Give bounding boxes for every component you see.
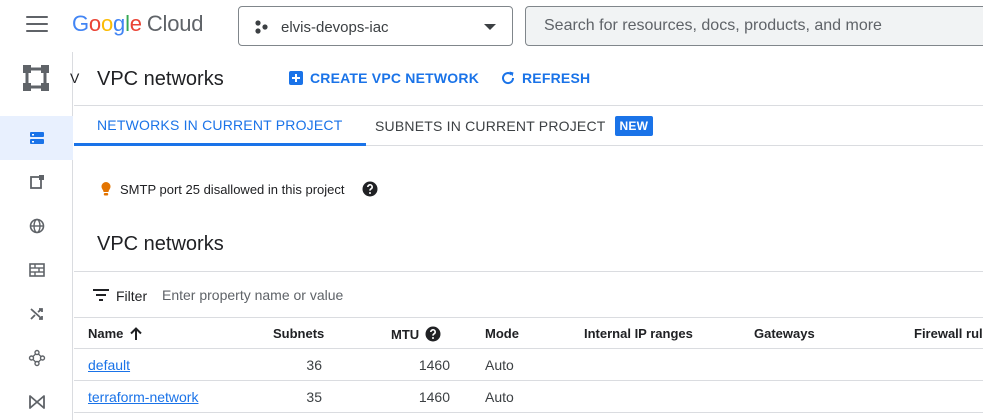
- rail-item-firewall[interactable]: [0, 204, 73, 248]
- tab-networks-in-current-project[interactable]: NETWORKS IN CURRENT PROJECT: [74, 106, 366, 146]
- page-header: VPC networks CREATE VPC NETWORK REFRESH: [74, 52, 983, 106]
- search-input[interactable]: [527, 8, 982, 44]
- network-nodes-icon: [28, 349, 45, 367]
- refresh-label: REFRESH: [522, 70, 591, 86]
- column-header-mode[interactable]: Mode: [485, 326, 519, 341]
- mode-value: Auto: [485, 389, 514, 405]
- project-dots-icon: [255, 20, 268, 34]
- column-label: Mode: [485, 326, 519, 341]
- refresh-icon: [502, 71, 515, 85]
- column-label: Subnets: [273, 326, 325, 341]
- network-name-link[interactable]: default: [88, 357, 130, 373]
- column-label: Name: [88, 326, 124, 341]
- page-title: VPC networks: [97, 68, 224, 90]
- globe-icon: [29, 218, 44, 234]
- project-picker[interactable]: elvis-devops-iac: [238, 6, 513, 46]
- project-name: elvis-devops-iac: [281, 19, 389, 36]
- column-header-gateways[interactable]: Gateways: [754, 326, 815, 341]
- smtp-notice: SMTP port 25 disallowed in this project: [100, 181, 378, 197]
- search-box[interactable]: [525, 6, 983, 46]
- top-bar: Google Cloud elvis-devops-iac: [0, 0, 983, 52]
- filter-input[interactable]: [162, 282, 562, 308]
- filter-label: Filter: [116, 288, 148, 304]
- ip-addresses-icon: [29, 175, 44, 189]
- vpc-network-product-icon: [23, 65, 49, 91]
- column-header-internal-ip-ranges[interactable]: Internal IP ranges: [584, 326, 693, 341]
- help-icon[interactable]: [425, 326, 441, 342]
- tab-label: NETWORKS IN CURRENT PROJECT: [97, 116, 343, 133]
- tab-bar: NETWORKS IN CURRENT PROJECT SUBNETS IN C…: [74, 106, 983, 146]
- column-header-firewall-rules[interactable]: Firewall rules: [914, 326, 983, 341]
- lightbulb-icon: [101, 182, 111, 196]
- column-label: Gateways: [754, 326, 815, 341]
- section-title: VPC networks: [97, 233, 224, 255]
- brick-wall-icon: [28, 263, 45, 277]
- main-menu-icon[interactable]: [26, 16, 48, 34]
- help-icon[interactable]: [362, 181, 378, 197]
- shuffle-icon: [29, 308, 43, 320]
- bowtie-icon: [28, 395, 45, 409]
- create-vpc-network-label: CREATE VPC NETWORK: [310, 70, 480, 86]
- column-label: Firewall rules: [914, 326, 983, 341]
- add-box-icon: [289, 71, 303, 85]
- table-row: terraform-network 35 1460 Auto: [74, 381, 983, 413]
- column-header-name[interactable]: Name: [88, 326, 143, 341]
- tab-label: SUBNETS IN CURRENT PROJECT: [375, 118, 606, 134]
- rail-item-vpc-networks[interactable]: [0, 116, 73, 160]
- rail-item-ip-addresses[interactable]: [0, 160, 73, 204]
- filter-icon: [93, 289, 109, 301]
- table-header: Name Subnets MTU Mode Internal IP ranges…: [74, 318, 983, 349]
- rail-item-shared-vpc[interactable]: [0, 336, 73, 380]
- network-name-link[interactable]: terraform-network: [88, 389, 198, 405]
- table-row: default 36 1460 Auto: [74, 349, 983, 381]
- vpc-networks-icon: [29, 132, 44, 144]
- tab-subnets-in-current-project[interactable]: SUBNETS IN CURRENT PROJECT NEW: [375, 106, 654, 146]
- rail-item-connectors[interactable]: [0, 380, 73, 420]
- side-nav-rail: V: [0, 52, 79, 420]
- mode-value: Auto: [485, 357, 514, 373]
- rail-item-routes[interactable]: [0, 248, 73, 292]
- subnets-count: 36: [306, 357, 322, 373]
- sort-ascending-icon[interactable]: [129, 326, 143, 341]
- subnets-count: 35: [306, 389, 322, 405]
- new-badge: NEW: [614, 116, 654, 136]
- google-cloud-logo[interactable]: Google Cloud: [72, 11, 203, 37]
- column-header-mtu[interactable]: MTU: [391, 326, 441, 342]
- mtu-value: 1460: [418, 389, 450, 405]
- column-header-subnets[interactable]: Subnets: [273, 326, 324, 341]
- create-vpc-network-button[interactable]: CREATE VPC NETWORK: [288, 70, 479, 86]
- chevron-down-icon: [484, 24, 496, 30]
- column-label: MTU: [391, 326, 420, 342]
- refresh-button[interactable]: REFRESH: [500, 70, 590, 86]
- mtu-value: 1460: [418, 357, 450, 373]
- filter-bar: Filter: [74, 271, 983, 318]
- notice-text: SMTP port 25 disallowed in this project: [120, 181, 345, 197]
- rail-item-peering[interactable]: [0, 292, 73, 336]
- column-label: Internal IP ranges: [584, 326, 693, 341]
